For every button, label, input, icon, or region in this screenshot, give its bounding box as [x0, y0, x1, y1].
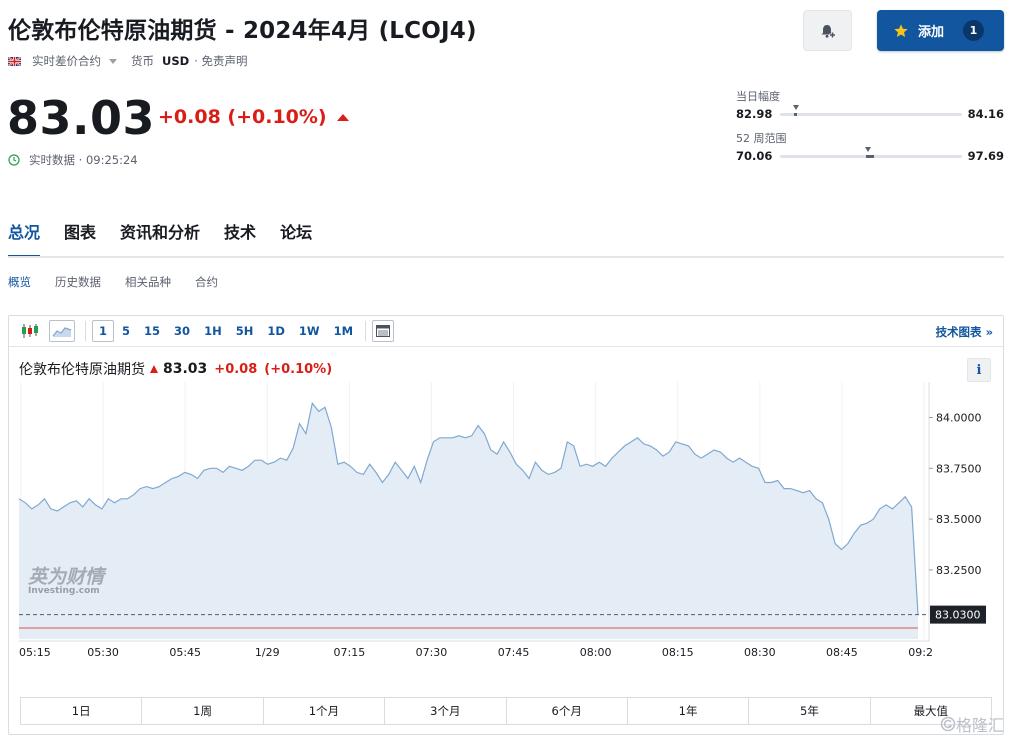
alert-button[interactable] — [803, 10, 852, 51]
watermark-main: 英为财情 — [28, 566, 105, 588]
uk-flag-icon — [8, 56, 21, 66]
tab-overview[interactable]: 总况 — [8, 219, 41, 258]
day-range-bar — [780, 104, 962, 116]
chevron-down-icon[interactable] — [109, 58, 117, 64]
period-3m[interactable]: 3个月 — [385, 698, 507, 724]
main-tabs: 总况 图表 资讯和分析 技术 论坛 — [8, 219, 336, 258]
chart-widget: 1 5 15 30 1H 5H 1D 1W 1M 技术图表 » 伦敦布伦特原油期… — [8, 315, 1004, 735]
y-tick-label: 84.0000 — [936, 411, 982, 424]
instrument-meta: 实时差价合约 货币 USD · 免责声明 — [8, 53, 247, 69]
last-price: 83.03 — [7, 91, 156, 145]
price-change-value: +0.08 (+0.10%) — [158, 106, 327, 128]
x-tick-label: 07:15 — [334, 646, 366, 659]
subtab-overview[interactable]: 概览 — [8, 274, 31, 290]
add-watchlist-button[interactable]: 添加 — [877, 10, 1004, 51]
week52-range-fill — [865, 154, 874, 158]
x-tick-label: 05:45 — [169, 646, 201, 659]
day-range-row: 82.98 84.16 — [736, 104, 1004, 124]
contract-type-selector[interactable]: 实时差价合约 — [32, 53, 101, 69]
disclaimer-link[interactable]: · 免责声明 — [194, 53, 247, 69]
day-range-low: 82.98 — [736, 107, 773, 121]
clock-icon — [8, 154, 20, 166]
star-icon — [894, 23, 908, 37]
price-area-fill — [19, 403, 918, 639]
x-tick-label: 08:00 — [580, 646, 612, 659]
x-tick-label: 05:30 — [87, 646, 119, 659]
tab-technical[interactable]: 技术 — [224, 219, 256, 258]
x-tick-label: 1/29 — [255, 646, 280, 659]
subtab-related[interactable]: 相关品种 — [125, 274, 171, 290]
x-tick-label: 08:15 — [662, 646, 694, 659]
week52-range-high: 97.69 — [967, 149, 1004, 163]
subtab-history[interactable]: 历史数据 — [55, 274, 101, 290]
week52-range-marker-icon — [864, 146, 871, 152]
day-range-high: 84.16 — [967, 107, 1004, 121]
investing-watermark: 英为财情 Investing.com — [28, 562, 104, 596]
x-tick-label: 08:45 — [826, 646, 858, 659]
x-tick-label: 08:30 — [744, 646, 776, 659]
period-5y[interactable]: 5年 — [749, 698, 871, 724]
currency-value: USD — [162, 54, 190, 68]
add-button-label: 添加 — [918, 25, 945, 40]
sub-tabs: 概览 历史数据 相关品种 合约 — [8, 274, 242, 290]
watchlist-count-badge: 1 — [963, 20, 984, 41]
source-watermark: 格隆汇 — [940, 712, 1004, 736]
gelonghui-logo-icon — [940, 716, 956, 732]
current-price-label: 83.0300 — [935, 609, 981, 622]
week52-range-row: 70.06 97.69 — [736, 146, 1004, 166]
tab-chart[interactable]: 图表 — [64, 219, 96, 258]
week52-range-low: 70.06 — [736, 149, 773, 163]
subtab-contracts[interactable]: 合约 — [195, 274, 218, 290]
x-tick-label: 05:15 — [19, 646, 51, 659]
tab-forum[interactable]: 论坛 — [280, 219, 312, 258]
range-panel: 当日幅度 82.98 84.16 52 周范围 70.06 97.69 — [736, 88, 1004, 166]
day-range-fill — [794, 112, 798, 116]
period-selector: 1日 1周 1个月 3个月 6个月 1年 5年 最大值 — [20, 697, 992, 725]
period-1w[interactable]: 1周 — [142, 698, 264, 724]
week52-range-bar — [780, 146, 962, 158]
period-1y[interactable]: 1年 — [628, 698, 750, 724]
tab-news-analysis[interactable]: 资讯和分析 — [120, 219, 200, 258]
week52-range-label: 52 周范围 — [736, 132, 787, 145]
x-tick-label: 09:2 — [908, 646, 933, 659]
x-tick-label: 07:45 — [498, 646, 530, 659]
page-title: 伦敦布伦特原油期货 - 2024年4月 (LCOJ4) — [8, 18, 477, 44]
day-range-marker-icon — [793, 104, 800, 110]
arrow-up-icon — [336, 113, 349, 121]
y-tick-label: 83.2500 — [936, 564, 982, 577]
watermark-sub: Investing.com — [28, 586, 100, 596]
realtime-status: 实时数据 · 09:25:24 — [8, 152, 138, 168]
day-range-label: 当日幅度 — [736, 90, 780, 103]
realtime-text: 实时数据 · 09:25:24 — [29, 153, 138, 167]
tabs-divider — [8, 256, 1004, 258]
period-1m[interactable]: 1个月 — [264, 698, 386, 724]
y-tick-label: 83.5000 — [936, 513, 982, 526]
period-1d[interactable]: 1日 — [21, 698, 143, 724]
price-change: +0.08 (+0.10%) — [158, 106, 349, 128]
x-tick-label: 07:30 — [416, 646, 448, 659]
price-chart[interactable]: 84.0000 83.7500 83.5000 83.2500 83.0300 05:15… — [9, 316, 1003, 734]
currency-label: 货币 — [131, 54, 154, 68]
period-6m[interactable]: 6个月 — [507, 698, 628, 724]
bell-plus-icon — [821, 24, 835, 38]
source-watermark-text: 格隆汇 — [956, 716, 1005, 735]
y-tick-label: 83.7500 — [936, 462, 982, 475]
